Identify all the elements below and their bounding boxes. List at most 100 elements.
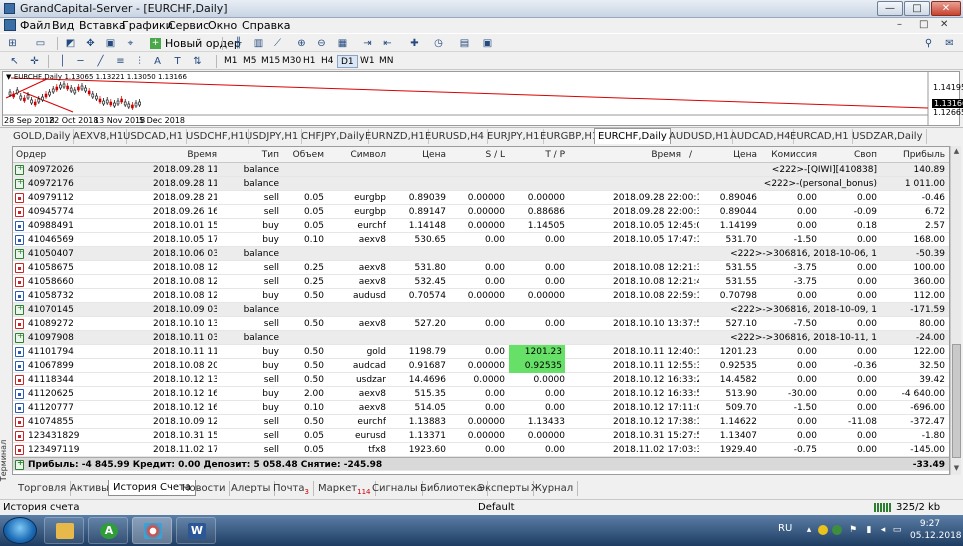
terminal-tab[interactable]: Почта3 xyxy=(269,481,314,496)
tf-m1[interactable]: M1 xyxy=(221,55,241,68)
search-icon[interactable]: ⚲ xyxy=(922,37,935,50)
language-indicator[interactable]: RU xyxy=(778,523,792,534)
scroll-thumb[interactable] xyxy=(952,344,961,458)
col-swap[interactable]: Своп xyxy=(849,147,877,163)
chart-tab[interactable]: EURJPY,H1 xyxy=(484,129,544,144)
minimize-button[interactable]: — xyxy=(877,1,903,16)
terminal-tab[interactable]: Маркет114 xyxy=(314,481,376,496)
chart-tab[interactable]: GOLD,Daily xyxy=(10,129,75,144)
table-row[interactable]: 41058660 2018.10.08 12:19:07 sell 0.25 aexv8… xyxy=(13,275,949,289)
table-row[interactable]: 123431829 2018.10.31 15:27:50 sell 0.05 euru… xyxy=(13,429,949,443)
chart-tab[interactable]: AUDUSD,H1 xyxy=(666,129,734,144)
vertical-line-icon[interactable]: │ xyxy=(56,55,69,68)
table-row[interactable]: 41097908 2018.10.11 03:46:06 balance -24.00… xyxy=(13,331,949,345)
table-row[interactable]: 41074855 2018.10.09 12:56:55 sell 0.50 eurch… xyxy=(13,415,949,429)
crosshair-icon[interactable]: ✛ xyxy=(28,55,41,68)
terminal-tab[interactable]: Новости xyxy=(178,481,231,496)
templates-icon[interactable]: ▤ xyxy=(458,37,471,50)
taskbar-app-a[interactable]: A xyxy=(88,517,128,544)
chart-tab[interactable]: EURNZD,H1 xyxy=(362,129,429,144)
table-row[interactable]: 41070145 2018.10.09 03:46:10 balance -171.5… xyxy=(13,303,949,317)
label-icon[interactable]: T xyxy=(171,55,184,68)
tf-w1[interactable]: W1 xyxy=(357,55,378,68)
terminal-tab[interactable]: Торговля xyxy=(14,481,72,496)
mdi-minimize-button[interactable]: – xyxy=(897,19,902,30)
table-row[interactable]: 41067899 2018.10.08 20:01:41 buy 0.50 audcad… xyxy=(13,359,949,373)
menu-tools[interactable]: Сервис xyxy=(168,19,209,32)
table-row[interactable]: 123497119 2018.11.02 17:03:38 sell 0.05 tfx8… xyxy=(13,443,949,457)
col-profit[interactable]: Прибыль xyxy=(893,147,945,163)
col-type[interactable]: Тип xyxy=(243,147,279,163)
settings-icon[interactable]: ▣ xyxy=(481,37,494,50)
periods-icon[interactable]: ◷ xyxy=(432,37,445,50)
menu-view[interactable]: Вид xyxy=(52,19,74,32)
taskbar-terminal[interactable] xyxy=(132,517,172,544)
tile-windows-icon[interactable]: ▦ xyxy=(336,37,349,50)
chart-tab[interactable]: USDJPY,H1 xyxy=(242,129,303,144)
zoom-out-icon[interactable]: ⊖ xyxy=(315,37,328,50)
table-row[interactable]: 41050407 2018.10.06 03:46:18 balance -50.39… xyxy=(13,247,949,261)
table-row[interactable]: 41058732 2018.10.08 12:22:24 buy 0.50 audusd… xyxy=(13,289,949,303)
clock[interactable]: 9:27 05.12.2018 xyxy=(910,518,962,542)
tf-mn[interactable]: MN xyxy=(376,55,397,68)
tray-sync-icon[interactable] xyxy=(832,525,842,535)
tf-d1[interactable]: D1 xyxy=(337,55,358,68)
scroll-down-icon[interactable]: ▼ xyxy=(952,464,961,473)
col-volume[interactable]: Объем xyxy=(288,147,324,163)
menu-window[interactable]: Окно xyxy=(208,19,237,32)
chart-tab[interactable]: USDCAD,H1 xyxy=(120,129,187,144)
table-row[interactable]: 40972026 2018.09.28 11:37:41 balance 140.89… xyxy=(13,163,949,177)
chart-tab[interactable]: EURCHF,Daily xyxy=(594,128,671,144)
menu-insert[interactable]: Вставка xyxy=(79,19,126,32)
mdi-restore-button[interactable]: □ xyxy=(919,19,928,30)
col-close-price[interactable]: Цена xyxy=(725,147,757,163)
terminal-tab[interactable]: Активы xyxy=(66,481,114,496)
chart-tab[interactable]: EURCAD,H1 xyxy=(787,129,853,144)
table-row[interactable]: 41058675 2018.10.08 12:20:22 sell 0.25 aexv8… xyxy=(13,261,949,275)
chart-shift-icon[interactable]: ⇤ xyxy=(381,37,394,50)
table-row[interactable]: 41120625 2018.10.12 16:33:43 buy 2.00 aexv8 5… xyxy=(13,387,949,401)
table-row[interactable]: 40979112 2018.09.28 21:55:06 sell 0.05 eurgb… xyxy=(13,191,949,205)
maximize-button[interactable]: □ xyxy=(904,1,930,16)
mdi-close-button[interactable]: ✕ xyxy=(940,19,948,30)
network-icon[interactable]: ▮ xyxy=(864,525,874,535)
menu-charts[interactable]: Графики xyxy=(122,19,173,32)
col-close-time[interactable]: Время xyxy=(643,147,681,163)
table-row[interactable]: 40972176 2018.09.28 11:49:16 balance 1 011.… xyxy=(13,177,949,191)
volume-icon[interactable]: ◂ xyxy=(878,525,888,535)
tf-h1[interactable]: H1 xyxy=(300,55,319,68)
fibo-icon[interactable]: ⫶ xyxy=(133,55,146,68)
table-row[interactable]: 40945774 2018.09.26 16:38:33 sell 0.05 eurgb… xyxy=(13,205,949,219)
table-row[interactable]: 41046569 2018.10.05 17:43:24 buy 0.10 aexv8 5… xyxy=(13,233,949,247)
taskbar-word[interactable]: W xyxy=(176,517,216,544)
line-chart-icon[interactable]: ⟋ xyxy=(271,37,284,50)
tester-icon[interactable]: ⌖ xyxy=(124,37,137,50)
table-row[interactable]: 41120777 2018.10.12 16:44:39 buy 0.10 aexv8 5… xyxy=(13,401,949,415)
taskbar-explorer[interactable] xyxy=(44,517,84,544)
table-row[interactable]: 40988491 2018.10.01 15:45:26 buy 0.05 eurchf… xyxy=(13,219,949,233)
vertical-scrollbar[interactable]: ▲ ▼ xyxy=(950,146,961,475)
chart-tab[interactable]: USDZAR,Daily xyxy=(849,129,927,144)
chart-tab[interactable]: EURGBP,H1 xyxy=(537,129,603,144)
table-row[interactable]: 41101794 2018.10.11 11:49:44 buy 0.50 gold 11… xyxy=(13,345,949,359)
cursor-icon[interactable]: ↖ xyxy=(8,55,21,68)
menu-file[interactable]: Файл xyxy=(20,19,50,32)
tf-m5[interactable]: M5 xyxy=(240,55,260,68)
terminal-tab[interactable]: Журнал xyxy=(527,481,579,496)
battery-icon[interactable]: ▭ xyxy=(892,525,902,535)
close-button[interactable]: ✕ xyxy=(931,1,961,16)
channel-icon[interactable]: ≡ xyxy=(114,55,127,68)
chart-tab[interactable]: EURUSD,H4 xyxy=(422,129,489,144)
menu-help[interactable]: Справка xyxy=(242,19,290,32)
tray-app-icon[interactable] xyxy=(818,525,828,535)
price-chart[interactable]: ▼ EURCHF,Daily 1.13065 1.13221 1.13050 1… xyxy=(2,71,963,126)
table-row[interactable]: 41089272 2018.10.10 13:37:18 sell 0.50 aexv8… xyxy=(13,317,949,331)
chat-icon[interactable]: ✉ xyxy=(943,37,956,50)
text-icon[interactable]: A xyxy=(151,55,164,68)
tf-h4[interactable]: H4 xyxy=(318,55,337,68)
terminal-tab[interactable]: Эксперты xyxy=(474,481,535,496)
market-watch-icon[interactable]: ◩ xyxy=(64,37,77,50)
col-price[interactable]: Цена xyxy=(413,147,446,163)
chart-tab[interactable]: AUDCAD,H4 xyxy=(727,129,795,144)
col-order[interactable]: Ордер xyxy=(16,147,86,163)
